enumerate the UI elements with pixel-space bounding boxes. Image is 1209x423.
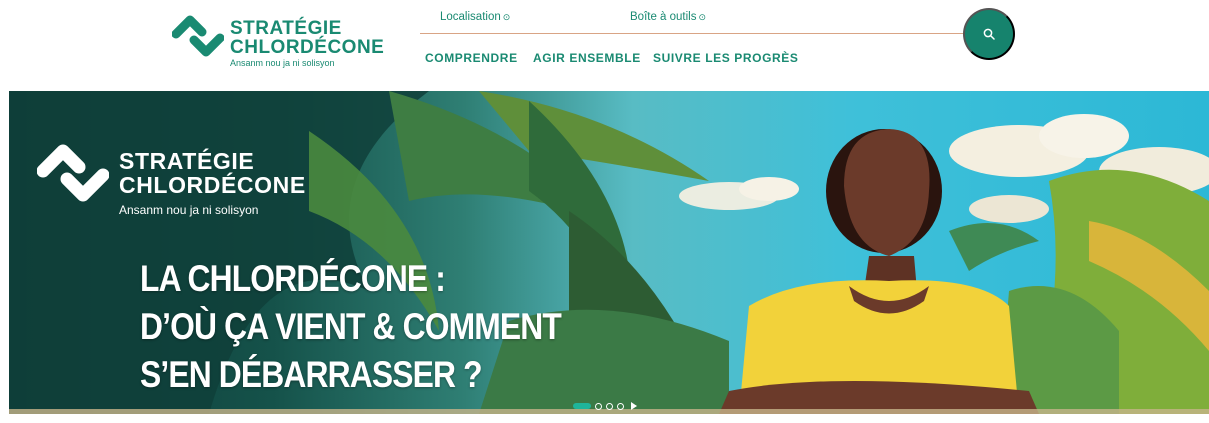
search-icon — [983, 28, 995, 40]
carousel-indicator[interactable] — [606, 402, 613, 410]
logo-mark-icon — [37, 144, 109, 202]
utility-nav-boite-a-outils[interactable]: Boîte à outils ⊙ — [630, 11, 706, 23]
utility-nav-localisation[interactable]: Localisation ⊙ — [440, 11, 510, 23]
hero-headline: LA CHLORDÉCONE : D’OÙ ÇA VIENT & COMMENT… — [140, 255, 562, 399]
hero-headline-line: D’OÙ ÇA VIENT & COMMENT — [140, 306, 562, 347]
main-nav-suivre-les-progres[interactable]: SUIVRE LES PROGRÈS — [653, 51, 799, 65]
hero-banner: STRATÉGIE CHLORDÉCONE Ansanm nou ja ni s… — [9, 91, 1209, 414]
carousel-controls — [573, 401, 637, 411]
chevron-down-circle-icon: ⊙ — [502, 12, 511, 22]
utility-nav-label: Localisation — [440, 11, 501, 23]
utility-nav: Localisation ⊙ Boîte à outils ⊙ — [420, 0, 988, 34]
hero-logo-tagline: Ansanm nou ja ni solisyon — [119, 203, 259, 217]
hero-logo-title-line1: STRATÉGIE — [119, 148, 255, 174]
main-nav-agir-ensemble[interactable]: AGIR ENSEMBLE — [533, 51, 641, 65]
carousel-indicator[interactable] — [595, 402, 602, 410]
search-button[interactable] — [963, 8, 1015, 60]
logo-mark-icon — [172, 15, 224, 57]
logo-title-line2: CHLORDÉCONE — [230, 37, 385, 58]
carousel-indicator[interactable] — [617, 402, 624, 410]
logo-title-line1: STRATÉGIE — [230, 18, 342, 39]
utility-nav-label: Boîte à outils — [630, 11, 697, 23]
site-header: STRATÉGIE CHLORDÉCONE Ansanm nou ja ni s… — [0, 0, 1209, 90]
hero-logo-title-line2: CHLORDÉCONE — [119, 172, 306, 198]
chevron-down-circle-icon: ⊙ — [698, 12, 707, 22]
play-icon[interactable] — [631, 402, 637, 410]
site-logo[interactable]: STRATÉGIE CHLORDÉCONE Ansanm nou ja ni s… — [172, 12, 384, 70]
hero-headline-line: LA CHLORDÉCONE : — [140, 258, 446, 299]
logo-tagline: Ansanm nou ja ni solisyon — [230, 58, 335, 68]
hero-logo: STRATÉGIE CHLORDÉCONE Ansanm nou ja ni s… — [37, 141, 317, 221]
hero-headline-line: S’EN DÉBARRASSER ? — [140, 354, 483, 395]
main-nav-comprendre[interactable]: COMPRENDRE — [425, 51, 518, 65]
carousel-indicator-active[interactable] — [573, 403, 591, 409]
